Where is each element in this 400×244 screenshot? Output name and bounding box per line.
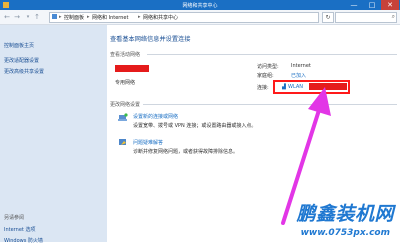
title-bar: 网络和共享中心 — □ ✕: [0, 0, 400, 10]
refresh-button[interactable]: ↻: [322, 12, 334, 23]
search-icon: ⌕: [391, 13, 395, 20]
sidebar-item-advanced-sharing[interactable]: 更改高级共享设置: [4, 68, 44, 75]
access-type-value: Internet: [291, 63, 311, 69]
forward-button[interactable]: →: [13, 13, 21, 21]
network-type-label: 专用网络: [115, 80, 136, 86]
search-input[interactable]: ⌕: [335, 12, 397, 23]
maximize-button[interactable]: □: [363, 0, 381, 10]
watermark-brand: 鹏鑫装机网: [296, 203, 394, 225]
up-button[interactable]: ↑: [33, 13, 41, 21]
watermark: 鹏鑫装机网 www.0753px.com: [246, 196, 398, 240]
address-box[interactable]: ▸ 控制面板 ▸ 网络和 Internet ▸ 网络和共享中心: [49, 12, 319, 23]
breadcrumb-separator: ▸: [59, 14, 62, 20]
breadcrumb-network-sharing-center[interactable]: 网络和共享中心: [143, 14, 178, 21]
change-settings-heading: 更改网络设置: [110, 102, 141, 108]
recent-dropdown-icon[interactable]: ▾: [24, 13, 32, 21]
breadcrumb-separator: ▸: [138, 14, 141, 20]
back-button[interactable]: ←: [3, 13, 11, 21]
sidebar-item-internet-options[interactable]: Internet 选项: [4, 226, 35, 233]
see-also-heading: 另请参阅: [4, 215, 25, 221]
window-title: 网络和共享中心: [182, 3, 218, 9]
setup-new-connection-link[interactable]: 设置新的连接或网络: [133, 113, 178, 120]
breadcrumb-network-internet[interactable]: 网络和 Internet: [92, 14, 128, 21]
breadcrumb-separator: ▸: [87, 14, 90, 20]
troubleshoot-icon: [119, 139, 126, 145]
connections-label: 连接:: [257, 85, 269, 91]
troubleshoot-description: 诊断并修复网络问题，或者获得故障排除信息。: [133, 149, 239, 155]
minimize-button[interactable]: —: [345, 0, 363, 10]
redacted-network-name: [115, 65, 149, 72]
troubleshoot-link[interactable]: 问题疑难解答: [133, 139, 163, 146]
breadcrumb-control-panel[interactable]: 控制面板: [64, 14, 84, 21]
watermark-url: www.0753px.com: [300, 228, 390, 238]
new-connection-icon: [118, 113, 128, 121]
close-button[interactable]: ✕: [381, 0, 399, 10]
homegroup-link[interactable]: 已加入: [291, 72, 306, 79]
sidebar: 控制面板主页 更改适配器设置 更改高级共享设置 另请参阅 Internet 选项…: [0, 25, 107, 244]
page-title: 查看基本网络信息并设置连接: [110, 36, 191, 43]
active-networks-heading: 查看活动网络: [110, 52, 141, 58]
access-type-label: 访问类型:: [257, 64, 279, 70]
homegroup-label: 家庭组:: [257, 73, 274, 79]
address-bar-row: ← → ▾ ↑ ▸ 控制面板 ▸ 网络和 Internet ▸ 网络和共享中心 …: [0, 10, 400, 25]
setup-new-connection-description: 设置宽带、拨号或 VPN 连接；或设置路由器或接入点。: [133, 123, 257, 129]
sidebar-item-windows-firewall[interactable]: Windows 防火墙: [4, 237, 43, 244]
sidebar-item-change-adapter-settings[interactable]: 更改适配器设置: [4, 57, 39, 64]
divider: [147, 54, 397, 55]
control-panel-icon: [52, 14, 57, 19]
sidebar-item-control-panel-home[interactable]: 控制面板主页: [4, 42, 34, 49]
